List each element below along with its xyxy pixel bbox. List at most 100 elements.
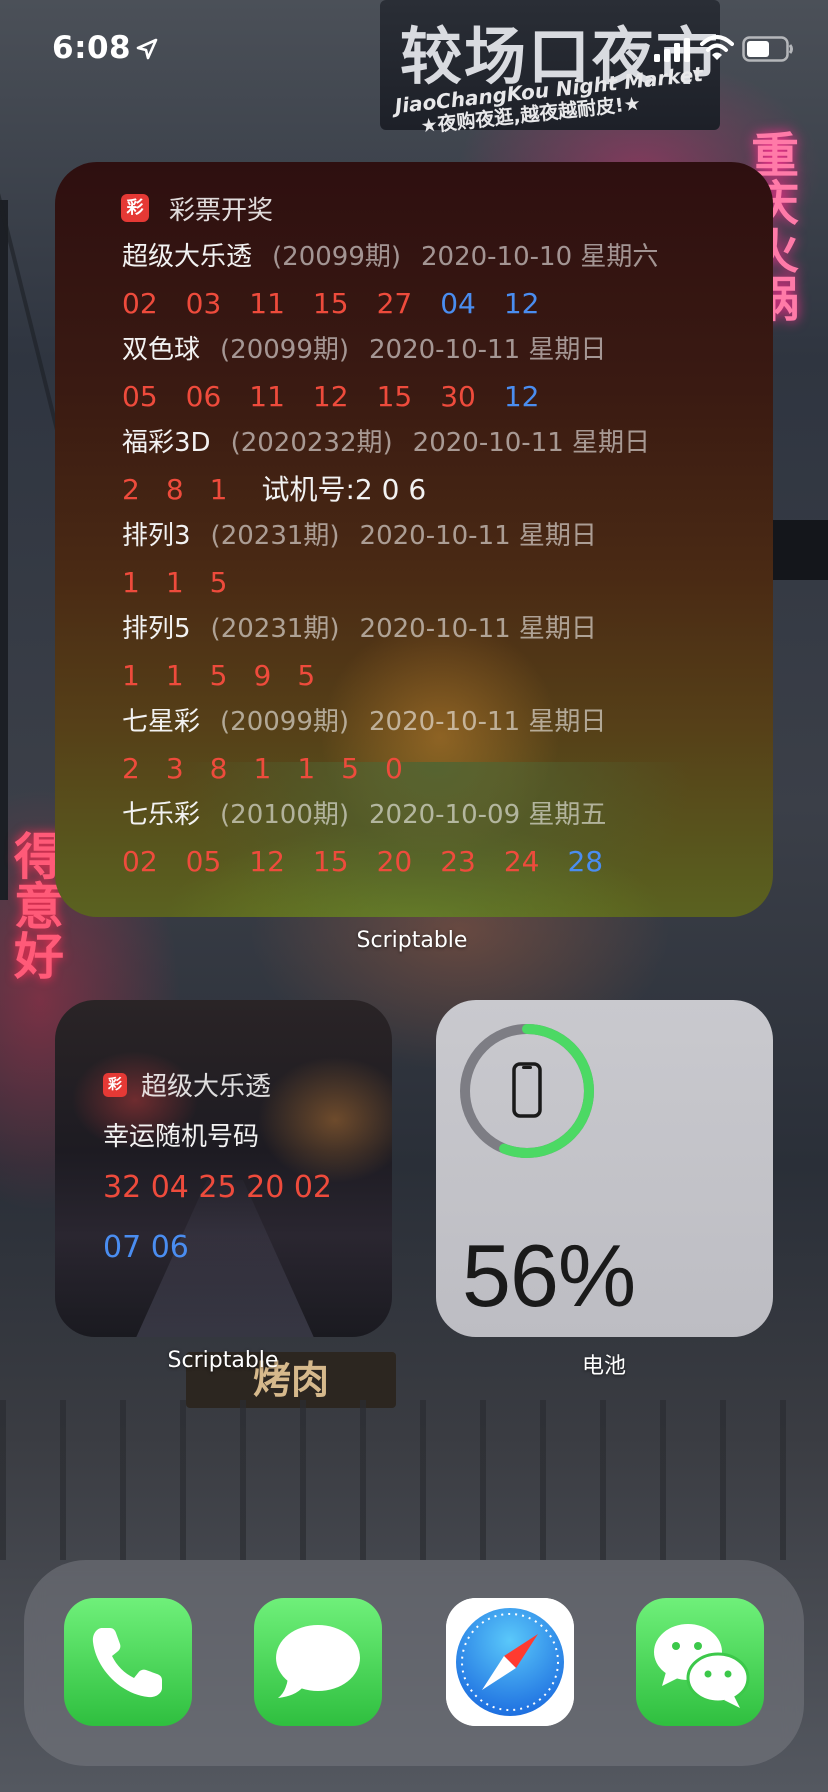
lottery-numbers: 05 06 11 12 15 30 12 [122, 373, 762, 420]
lottery-results-widget[interactable]: 彩 彩票开奖 超级大乐透 (20099期) 2020-10-10 星期六 02 03 11… [55, 162, 773, 917]
red-ball-number: 11 [249, 287, 285, 320]
lottery-entry: 排列5 (20231期) 2020-10-11 星期日 1 1 5 9 5 [122, 606, 762, 699]
red-ball-number: 2 [122, 473, 140, 506]
red-ball-number: 1 [253, 752, 272, 785]
red-ball-number: 12 [312, 380, 349, 413]
lottery-entry-header: 七乐彩 (20100期) 2020-10-09 星期五 [122, 792, 762, 838]
signal-icon [654, 38, 690, 62]
red-ball-number: 24 [503, 845, 540, 878]
red-ball-number: 15 [312, 845, 349, 878]
red-ball-number: 2 [122, 752, 140, 785]
lottery-entry: 双色球 (20099期) 2020-10-11 星期日 05 06 11 12 15 30 12 [122, 327, 762, 420]
wechat-app[interactable] [636, 1598, 764, 1726]
red-ball-number: 8 [209, 752, 228, 785]
red-ball-number: 15 [376, 380, 413, 413]
lottery-numbers: 2381150 [122, 745, 762, 792]
lucky-numbers-widget[interactable]: 彩 超级大乐透 幸运随机号码 32 04 25 20 02 07 06 [55, 1000, 392, 1337]
lottery-date: 2020-10-11 星期日 [369, 707, 607, 737]
lottery-entry-header: 排列5 (20231期) 2020-10-11 星期日 [122, 606, 762, 652]
lottery-entry-header: 超级大乐透 (20099期) 2020-10-10 星期六 [122, 234, 762, 280]
battery-icon [742, 36, 793, 62]
lottery-name: 福彩3D [122, 428, 211, 458]
lottery-widget-label: Scriptable [356, 928, 468, 953]
battery-widget-label: 电池 [581, 1354, 626, 1379]
lottery-numbers: 02 05 12 15 20 23 24 28 [122, 838, 762, 885]
red-ball-number: 5 [209, 659, 228, 692]
blue-ball-number: 28 [567, 845, 604, 878]
red-ball-number: 5 [209, 566, 228, 599]
wallpaper-railing [0, 1400, 828, 1560]
red-ball-number: 15 [312, 287, 349, 320]
red-ball-number: 5 [341, 752, 359, 785]
lottery-date: 2020-10-11 星期日 [359, 521, 597, 551]
messages-app[interactable] [254, 1598, 382, 1726]
red-ball-number: 27 [376, 287, 413, 320]
battery-widget[interactable]: 56% [436, 1000, 773, 1337]
red-ball-number: 1 [165, 566, 184, 599]
blue-numbers: 07 06 [103, 1230, 189, 1265]
lottery-issue: (20099期) [220, 335, 350, 365]
widget-header: 彩 彩票开奖 [121, 188, 273, 228]
lottery-app-icon: 彩 [121, 194, 149, 222]
red-ball-number: 05 [185, 845, 222, 878]
red-ball-number: 20 [376, 845, 413, 878]
red-ball-number: 9 [253, 659, 272, 692]
lottery-name: 七乐彩 [122, 800, 201, 830]
red-ball-number: 1 [297, 752, 316, 785]
red-ball-number: 5 [297, 659, 316, 692]
widget-subtitle: 幸运随机号码 [103, 1122, 260, 1152]
lottery-entry: 福彩3D (2020232期) 2020-10-11 星期日 2 8 1 试机号:2 0 6 [122, 420, 762, 513]
lottery-date: 2020-10-09 星期五 [369, 800, 607, 830]
widget-title: 超级大乐透 [141, 1072, 272, 1102]
lottery-date: 2020-10-11 星期日 [412, 428, 651, 458]
blue-ball-number: 12 [503, 287, 540, 320]
lottery-entry-header: 福彩3D (2020232期) 2020-10-11 星期日 [122, 420, 762, 466]
red-numbers: 32 04 25 20 02 [103, 1170, 333, 1205]
lottery-list: 超级大乐透 (20099期) 2020-10-10 星期六 02 03 11 15 27 04 1… [122, 234, 762, 885]
trial-number: 试机号:2 0 6 [261, 473, 427, 506]
lottery-date: 2020-10-11 星期日 [369, 335, 607, 365]
battery-percent: 56% [462, 1226, 636, 1325]
widget-header: 彩 超级大乐透 [103, 1066, 271, 1103]
lottery-numbers: 2 8 1 试机号:2 0 6 [122, 466, 762, 513]
lottery-entry-header: 七星彩 (20099期) 2020-10-11 星期日 [122, 699, 762, 745]
red-ball-number: 1 [122, 659, 140, 692]
red-ball-number: 3 [165, 752, 184, 785]
wechat-icon [636, 1598, 764, 1726]
red-ball-number: 02 [122, 845, 158, 878]
lottery-entry: 超级大乐透 (20099期) 2020-10-10 星期六 02 03 11 15 27 04 1… [122, 234, 762, 327]
lottery-issue: (20099期) [272, 242, 402, 272]
lottery-name: 七星彩 [122, 707, 201, 737]
lottery-numbers: 11595 [122, 652, 762, 699]
lottery-issue: (20100期) [220, 800, 350, 830]
iphone-icon [512, 1062, 542, 1118]
lucky-widget-label: Scriptable [167, 1348, 279, 1373]
lottery-entry-header: 排列3 (20231期) 2020-10-11 星期日 [122, 513, 762, 559]
blue-ball-number: 04 [440, 287, 476, 320]
red-ball-number: 8 [165, 473, 184, 506]
red-ball-number: 1 [122, 566, 140, 599]
red-ball-number: 03 [185, 287, 222, 320]
red-ball-number: 05 [122, 380, 158, 413]
lottery-entry: 七星彩 (20099期) 2020-10-11 星期日 2 3 8 1 1 5 0 [122, 699, 762, 792]
status-time: 6:08 [52, 30, 132, 66]
lottery-issue: (20231期) [210, 521, 340, 551]
safari-app[interactable] [446, 1598, 574, 1726]
red-ball-number: 1 [165, 659, 184, 692]
wallpaper-pole [0, 200, 8, 900]
phone-app[interactable] [64, 1598, 192, 1726]
widget-title: 彩票开奖 [169, 195, 274, 226]
red-ball-number: 1 [209, 473, 228, 506]
lottery-date: 2020-10-11 星期日 [359, 614, 597, 644]
status-bar: 6:08 [0, 0, 828, 96]
lottery-date: 2020-10-10 星期六 [421, 242, 659, 272]
lottery-name: 排列3 [122, 521, 191, 551]
lottery-name: 排列5 [122, 614, 191, 644]
lottery-issue: (20099期) [220, 707, 350, 737]
lottery-name: 超级大乐透 [122, 242, 253, 272]
lottery-app-icon: 彩 [103, 1072, 127, 1097]
messages-icon [254, 1598, 382, 1726]
red-ball-number: 12 [249, 845, 285, 878]
wifi-icon [700, 35, 734, 60]
lottery-entry: 排列3 (20231期) 2020-10-11 星期日 1 1 5 [122, 513, 762, 606]
